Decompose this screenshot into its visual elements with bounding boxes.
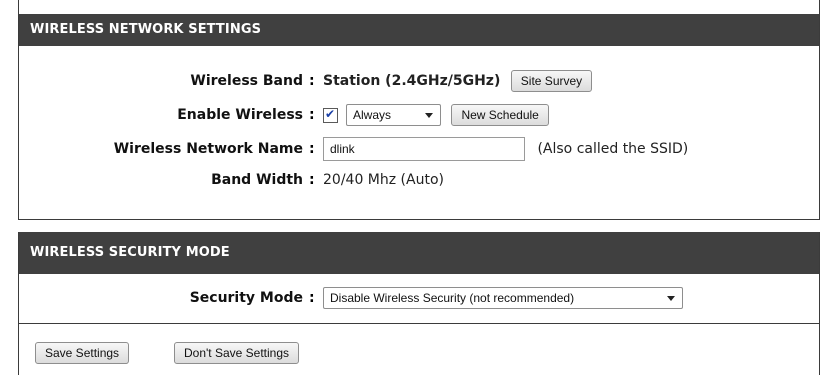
site-survey-button[interactable]: Site Survey xyxy=(510,70,593,92)
security-mode-select[interactable]: Disable Wireless Security (not recommend… xyxy=(323,287,683,309)
colon: : xyxy=(309,141,315,157)
colon: : xyxy=(309,73,315,89)
band-width-row: Band Width : 20/40 Mhz (Auto) xyxy=(19,167,819,193)
network-name-row: Wireless Network Name : (Also called the… xyxy=(19,136,819,162)
ssid-hint: (Also called the SSID) xyxy=(537,141,689,157)
save-settings-button[interactable]: Save Settings xyxy=(35,342,130,364)
wireless-settings-header: WIRELESS NETWORK SETTINGS xyxy=(19,14,819,46)
network-name-label: Wireless Network Name xyxy=(113,141,303,157)
new-schedule-button[interactable]: New Schedule xyxy=(451,104,549,126)
ssid-input[interactable] xyxy=(323,137,525,161)
wireless-band-value: Station (2.4GHz/5GHz) xyxy=(323,73,501,89)
security-mode-controls: Disable Wireless Security (not recommend… xyxy=(323,285,683,311)
wireless-security-mode-panel: WIRELESS SECURITY MODE Security Mode : D… xyxy=(18,232,820,323)
band-width-label: Band Width xyxy=(211,172,303,188)
network-name-controls: (Also called the SSID) xyxy=(323,136,688,162)
security-mode-label: Security Mode xyxy=(189,290,303,306)
wireless-band-row: Wireless Band : Station (2.4GHz/5GHz) Si… xyxy=(19,68,819,94)
schedule-select-value: Always xyxy=(353,108,392,122)
colon: : xyxy=(309,290,315,306)
dont-save-settings-button[interactable]: Don't Save Settings xyxy=(174,342,300,364)
enable-wireless-controls: ✔ Always New Schedule xyxy=(323,102,549,128)
enable-wireless-row: Enable Wireless : ✔ Always New Schedule xyxy=(19,102,819,128)
security-mode-header: WIRELESS SECURITY MODE xyxy=(19,232,819,274)
schedule-select[interactable]: Always xyxy=(346,104,441,126)
security-mode-row: Security Mode : Disable Wireless Securit… xyxy=(19,285,819,311)
colon: : xyxy=(309,107,315,123)
chevron-down-icon xyxy=(667,296,675,301)
wireless-band-value-wrap: Station (2.4GHz/5GHz) Site Survey xyxy=(323,68,593,94)
enable-wireless-label: Enable Wireless xyxy=(177,107,303,123)
wireless-band-label: Wireless Band xyxy=(190,73,303,89)
band-width-value: 20/40 Mhz (Auto) xyxy=(323,172,444,188)
security-mode-select-value: Disable Wireless Security (not recommend… xyxy=(330,291,575,305)
chevron-down-icon xyxy=(425,113,433,118)
wireless-network-settings-panel: WIRELESS NETWORK SETTINGS Wireless Band … xyxy=(18,0,820,220)
enable-wireless-checkbox[interactable]: ✔ xyxy=(323,106,338,123)
colon: : xyxy=(309,172,315,188)
check-icon: ✔ xyxy=(325,106,336,121)
action-bar: Save Settings Don't Save Settings xyxy=(18,323,820,375)
